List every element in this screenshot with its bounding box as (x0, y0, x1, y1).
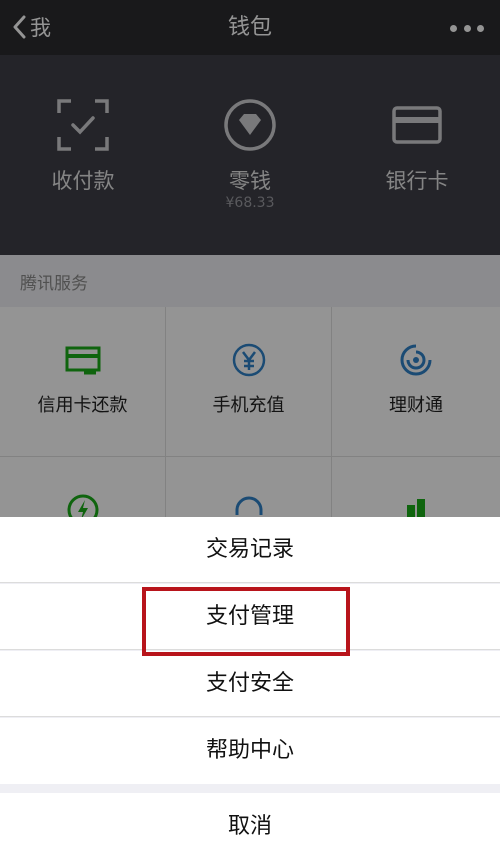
action-sheet: 交易记录 支付管理 支付安全 帮助中心 取消 (0, 517, 500, 860)
highlight-box (142, 587, 350, 656)
action-payment-security[interactable]: 支付安全 (0, 651, 500, 717)
action-transaction-records[interactable]: 交易记录 (0, 517, 500, 583)
action-help-center[interactable]: 帮助中心 (0, 718, 500, 784)
cancel-button[interactable]: 取消 (0, 793, 500, 860)
